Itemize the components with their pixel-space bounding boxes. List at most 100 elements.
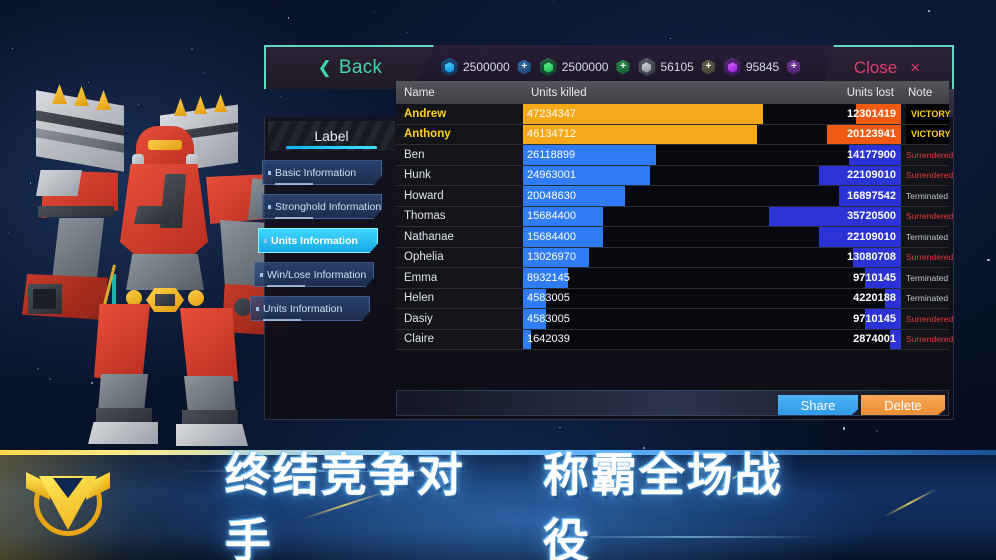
status-badge: Surrendered [906, 211, 954, 222]
units-lost-value: 16897542 [847, 189, 896, 202]
cell-units-killed: 1642039 [523, 329, 766, 349]
gel-icon [539, 57, 558, 77]
status-badge: VICTORY [906, 104, 951, 124]
add-gel-button[interactable]: + [615, 59, 630, 75]
sidebar: Label Basic Information Stronghold Inform… [250, 121, 395, 416]
add-crystal-button[interactable]: + [517, 59, 532, 75]
bullet-icon [260, 273, 263, 277]
sidebar-item-3[interactable]: Win/Lose Information [254, 262, 374, 287]
cell-units-killed: 24963001 [523, 165, 766, 185]
sidebar-item-label: Basic Information [275, 166, 357, 179]
resource-crystal-value: 2500000 [463, 60, 510, 74]
cell-units-lost: 2874001 [766, 329, 901, 349]
units-killed-value: 47234347 [527, 107, 576, 120]
energy-icon [723, 57, 742, 77]
resource-gel[interactable]: 2500000 [539, 57, 608, 77]
status-badge: Surrendered [906, 313, 954, 324]
units-lost-value: 9710145 [853, 271, 896, 284]
delete-button[interactable]: Delete [861, 395, 945, 415]
cell-units-lost: 22109010 [766, 227, 901, 247]
item-underline [267, 285, 305, 287]
status-badge: Terminated [906, 190, 949, 201]
table-row[interactable]: Dasiy 4583005 9710145 Surrendered [396, 309, 953, 330]
campaigns-report-panel: ❮ Back 2500000 + 2500000 + 56105 + 95845 [250, 45, 954, 420]
sidebar-item-4[interactable]: Units Information [250, 296, 370, 321]
sidebar-item-label: Stronghold Information [275, 200, 382, 213]
share-button[interactable]: Share [778, 395, 858, 415]
table-row[interactable]: Claire 1642039 2874001 Surrendered [396, 329, 953, 350]
mech-robot-artwork [8, 78, 293, 448]
banner-line-1: 终结竞争对手 [225, 450, 465, 560]
cell-units-killed: 13026970 [523, 247, 766, 267]
metal-icon [637, 57, 656, 77]
item-underline [275, 183, 313, 185]
column-header-units-lost: Units lost [846, 86, 894, 99]
cell-commander-name: Howard [396, 186, 523, 206]
table-row[interactable]: Howard 20048630 16897542 Terminated [396, 186, 949, 207]
table-row[interactable]: Thomas 15684400 35720500 Surrendered [396, 206, 953, 227]
add-energy-button[interactable]: + [786, 59, 801, 75]
table-row[interactable]: Ben 26118899 14177900 Surrendered [396, 145, 953, 166]
banner-text: 终结竞争对手 称霸全场战役 [225, 450, 825, 560]
cell-units-killed: 26118899 [523, 145, 766, 165]
units-killed-value: 8932145 [527, 271, 570, 284]
column-header-note: Note [901, 81, 949, 104]
units-lost-value: 9710145 [853, 312, 896, 325]
add-metal-button[interactable]: + [701, 59, 716, 75]
sidebar-header-label: Label [314, 128, 349, 144]
units-killed-value: 15684400 [527, 230, 576, 243]
units-lost-value: 22109010 [847, 169, 896, 182]
cell-note: Surrendered [901, 309, 953, 329]
sidebar-item-1[interactable]: Stronghold Information [262, 194, 382, 219]
table-row[interactable]: Anthony 46134712 20123941 VICTORY [396, 124, 951, 145]
resource-crystal[interactable]: 2500000 [440, 57, 510, 77]
sidebar-item-2[interactable]: Units Information [258, 228, 378, 253]
cell-units-lost: 13080708 [766, 247, 901, 267]
cell-note: Terminated [901, 227, 949, 247]
cell-units-lost: 20123941 [766, 124, 901, 144]
resource-metal[interactable]: 56105 [637, 57, 694, 77]
sidebar-item-label: Win/Lose Information [267, 268, 367, 281]
table-row[interactable]: Helen 4583005 4220188 Terminated [396, 288, 949, 309]
table-row[interactable]: Ophelia 13026970 13080708 Surrendered [396, 247, 953, 268]
cell-commander-name: Dasiy [396, 309, 523, 329]
column-header-name: Name [404, 86, 435, 99]
cell-note: Terminated [901, 268, 949, 288]
units-lost-value: 22109010 [847, 230, 896, 243]
sidebar-item-label: Units Information [271, 234, 358, 247]
units-lost-value: 35720500 [847, 210, 896, 223]
table-row[interactable]: Andrew 47234347 12301419 VICTORY [396, 104, 951, 125]
sidebar-item-0[interactable]: Basic Information [262, 160, 382, 185]
units-killed-value: 4583005 [527, 312, 570, 325]
resource-energy[interactable]: 95845 [723, 57, 780, 77]
crystal-icon [440, 57, 459, 77]
cell-note: Surrendered [901, 165, 953, 185]
cell-units-killed: 15684400 [523, 227, 766, 247]
cell-units-killed: 47234347 [523, 104, 766, 124]
close-label: Close [853, 58, 898, 77]
units-killed-value: 46134712 [527, 128, 576, 141]
table-row[interactable]: Hunk 24963001 22109010 Surrendered [396, 165, 953, 186]
resource-energy-value: 95845 [745, 60, 780, 74]
cell-note: Surrendered [901, 329, 953, 349]
cell-note: Terminated [901, 186, 949, 206]
status-badge: Terminated [906, 231, 949, 242]
item-underline [275, 217, 313, 219]
table-row[interactable]: Emma 8932145 9710145 Terminated [396, 268, 949, 289]
cell-commander-name: Andrew [396, 104, 523, 124]
bullet-icon [264, 239, 267, 243]
table-row[interactable]: Nathanae 15684400 22109010 Terminated [396, 227, 949, 248]
cell-commander-name: Anthony [396, 124, 523, 144]
promo-banner: 终结竞争对手 称霸全场战役 [0, 450, 996, 560]
units-killed-value: 26118899 [527, 148, 576, 161]
units-lost-value: 14177900 [847, 148, 896, 161]
cell-note: VICTORY [901, 124, 951, 144]
bullet-icon [256, 307, 259, 311]
status-badge: Terminated [906, 272, 949, 283]
cell-commander-name: Ophelia [396, 247, 523, 267]
cell-units-lost: 14177900 [766, 145, 901, 165]
cell-commander-name: Helen [396, 288, 523, 308]
chevron-left-icon: ❮ [317, 58, 332, 77]
cell-commander-name: Emma [396, 268, 523, 288]
back-label: Back [338, 57, 383, 78]
